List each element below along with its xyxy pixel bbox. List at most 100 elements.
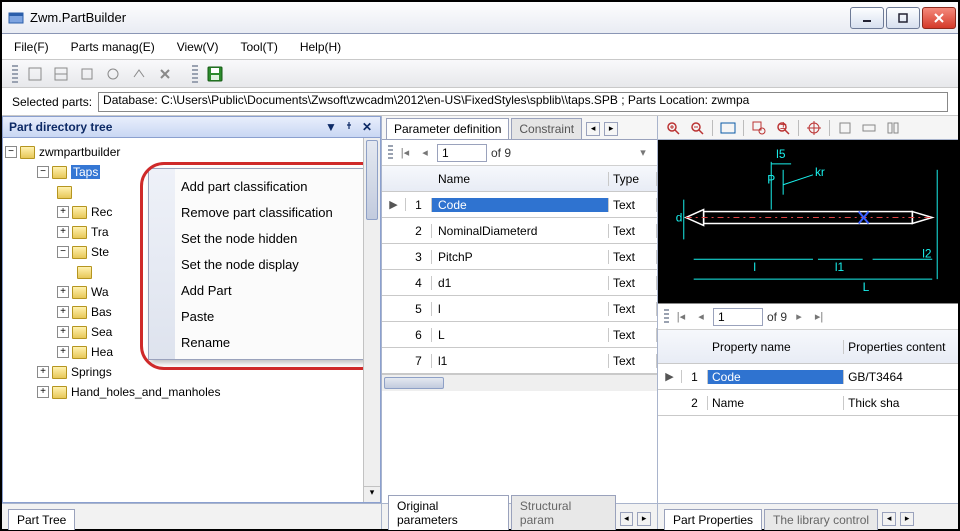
- cell-type[interactable]: Text: [609, 224, 657, 238]
- tab-original-parameters[interactable]: Original parameters: [388, 495, 509, 530]
- menu-view[interactable]: View(V): [177, 40, 219, 54]
- scrollbar-down-icon[interactable]: ▾: [364, 486, 380, 502]
- tab-nav-right-icon[interactable]: ▸: [604, 122, 618, 136]
- zoom-extents-icon[interactable]: [719, 119, 737, 137]
- tree-view[interactable]: − zwmpartbuilder −Taps+Rec+Tra−Ste+Wa+Ba…: [2, 138, 381, 503]
- tab-parameter-definition[interactable]: Parameter definition: [386, 118, 509, 139]
- param-grid-h-scroll[interactable]: [382, 374, 657, 391]
- scrollbar-thumb[interactable]: [366, 140, 378, 220]
- view-btn-2[interactable]: [860, 119, 878, 137]
- pager-first-icon[interactable]: |◂: [397, 145, 413, 161]
- cell-name[interactable]: l1: [432, 354, 609, 368]
- cell-type[interactable]: Text: [609, 302, 657, 316]
- expand-icon[interactable]: +: [57, 206, 69, 218]
- collapse-icon[interactable]: −: [57, 246, 69, 258]
- tab-nav-left-icon[interactable]: ◂: [586, 122, 600, 136]
- tab-structural-param[interactable]: Structural param: [511, 495, 616, 530]
- view-btn-1[interactable]: [836, 119, 854, 137]
- tree-scrollbar[interactable]: ▾: [363, 138, 380, 502]
- param-row[interactable]: 6LText: [382, 322, 657, 348]
- pager-next-icon[interactable]: ▸: [791, 309, 807, 325]
- col-property-name[interactable]: Property name: [708, 340, 844, 354]
- expand-icon[interactable]: +: [57, 226, 69, 238]
- dropdown-icon[interactable]: ▼: [324, 120, 338, 134]
- property-row[interactable]: 2NameThick sha: [658, 390, 958, 416]
- toolbar-btn-1[interactable]: [24, 63, 46, 85]
- menu-file[interactable]: File(F): [14, 40, 49, 54]
- pager-prev-icon[interactable]: ◂: [417, 145, 433, 161]
- cell-property-name[interactable]: Name: [708, 396, 844, 410]
- cell-type[interactable]: Text: [609, 328, 657, 342]
- tab-part-tree[interactable]: Part Tree: [8, 509, 75, 530]
- cell-property-name[interactable]: Code: [708, 370, 844, 384]
- pager-first-icon[interactable]: |◂: [673, 309, 689, 325]
- menu-help[interactable]: Help(H): [300, 40, 341, 54]
- pager-menu-icon[interactable]: ▾: [635, 145, 651, 161]
- pager-last-icon[interactable]: ▸|: [811, 309, 827, 325]
- collapse-icon[interactable]: −: [37, 166, 49, 178]
- toolbar-btn-4[interactable]: [102, 63, 124, 85]
- cell-property-content[interactable]: Thick sha: [844, 396, 958, 410]
- preview-canvas[interactable]: l5 kr P d l l1 l2 L: [658, 140, 958, 304]
- tab-library-control[interactable]: The library control: [764, 509, 878, 530]
- expand-icon[interactable]: +: [37, 386, 49, 398]
- param-row[interactable]: 3PitchPText: [382, 244, 657, 270]
- cell-name[interactable]: d1: [432, 276, 609, 290]
- zoom-out-icon[interactable]: [688, 119, 706, 137]
- maximize-button[interactable]: [886, 7, 920, 29]
- expand-icon[interactable]: +: [57, 286, 69, 298]
- tab-nav-left-icon[interactable]: ◂: [620, 512, 634, 526]
- pager-page-input[interactable]: [437, 144, 487, 162]
- tab-nav-left-icon[interactable]: ◂: [882, 512, 896, 526]
- col-property-content[interactable]: Properties content: [844, 340, 958, 354]
- zoom-realtime-icon[interactable]: ±: [774, 119, 792, 137]
- cell-name[interactable]: NominalDiameterd: [432, 224, 609, 238]
- cell-name[interactable]: PitchP: [432, 250, 609, 264]
- menu-tool[interactable]: Tool(T): [241, 40, 278, 54]
- save-icon[interactable]: [204, 63, 226, 85]
- col-type-header[interactable]: Type: [609, 172, 657, 186]
- property-row[interactable]: ▶1CodeGB/T3464: [658, 364, 958, 390]
- param-row[interactable]: 4d1Text: [382, 270, 657, 296]
- tab-nav-right-icon[interactable]: ▸: [637, 512, 651, 526]
- param-row[interactable]: 5lText: [382, 296, 657, 322]
- cell-type[interactable]: Text: [609, 276, 657, 290]
- cell-name[interactable]: Code: [432, 198, 609, 212]
- close-button[interactable]: [922, 7, 956, 29]
- toolbar-btn-2[interactable]: [50, 63, 72, 85]
- menu-parts-manag[interactable]: Parts manag(E): [71, 40, 155, 54]
- param-row[interactable]: ▶1CodeText: [382, 192, 657, 218]
- right-pager-input[interactable]: [713, 308, 763, 326]
- close-panel-icon[interactable]: ✕: [360, 120, 374, 134]
- expand-icon[interactable]: +: [37, 366, 49, 378]
- expand-icon[interactable]: +: [57, 346, 69, 358]
- param-row[interactable]: 7l1Text: [382, 348, 657, 374]
- cell-type[interactable]: Text: [609, 354, 657, 368]
- pin-icon[interactable]: [342, 120, 356, 134]
- cell-name[interactable]: l: [432, 302, 609, 316]
- pager-prev-icon[interactable]: ◂: [693, 309, 709, 325]
- tab-part-properties[interactable]: Part Properties: [664, 509, 762, 530]
- tree-row[interactable]: +Hand_holes_and_manholes: [5, 382, 378, 402]
- toolbar-btn-3[interactable]: [76, 63, 98, 85]
- expand-icon[interactable]: +: [57, 326, 69, 338]
- tab-nav-right-icon[interactable]: ▸: [900, 512, 914, 526]
- toolbar-delete-icon[interactable]: [154, 63, 176, 85]
- target-icon[interactable]: [805, 119, 823, 137]
- cell-type[interactable]: Text: [609, 250, 657, 264]
- cell-property-content[interactable]: GB/T3464: [844, 370, 958, 384]
- cell-name[interactable]: L: [432, 328, 609, 342]
- tab-constraint[interactable]: Constraint: [511, 118, 582, 139]
- tree-root-row[interactable]: − zwmpartbuilder: [5, 142, 378, 162]
- param-row[interactable]: 2NominalDiameterdText: [382, 218, 657, 244]
- zoom-window-icon[interactable]: [750, 119, 768, 137]
- minimize-button[interactable]: [850, 7, 884, 29]
- selected-parts-path[interactable]: Database: C:\Users\Public\Documents\Zwso…: [98, 92, 948, 112]
- view-btn-3[interactable]: [884, 119, 902, 137]
- toolbar-btn-5[interactable]: [128, 63, 150, 85]
- collapse-icon[interactable]: −: [5, 146, 17, 158]
- expand-icon[interactable]: +: [57, 306, 69, 318]
- col-name-header[interactable]: Name: [432, 172, 609, 186]
- zoom-in-icon[interactable]: [664, 119, 682, 137]
- cell-type[interactable]: Text: [609, 198, 657, 212]
